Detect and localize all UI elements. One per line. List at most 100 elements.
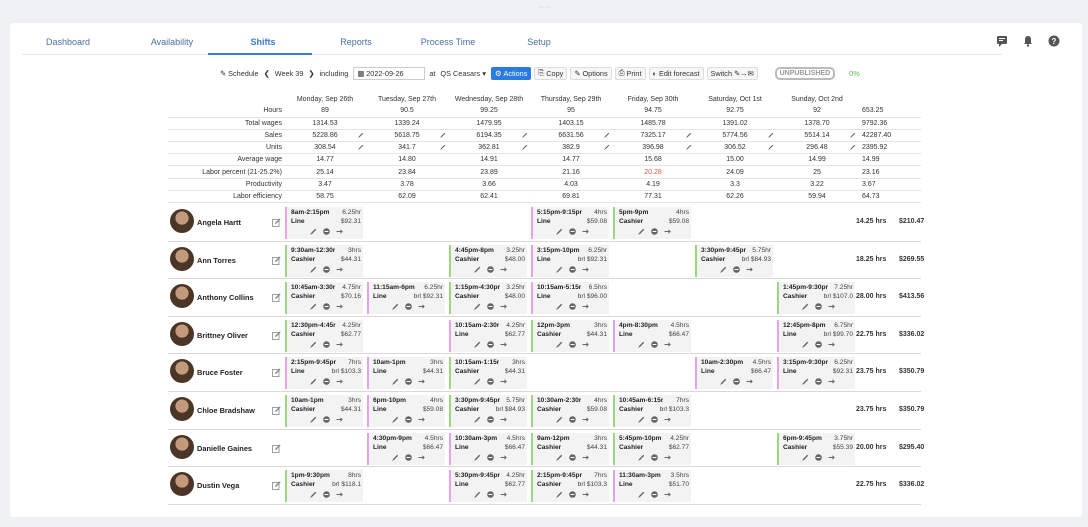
shift-card[interactable]: 6pm-9:45pm 3.75hr Cashier $55.39 (777, 432, 855, 465)
shift-card[interactable]: 3:15pm-10pm 6.25hr Line brl $92.31 (531, 244, 609, 277)
arrow-right-icon[interactable] (336, 491, 343, 498)
chat-icon[interactable] (996, 35, 1008, 47)
switch-button[interactable]: Switch ✎→✉ (706, 66, 758, 80)
minus-circle-icon[interactable] (650, 491, 658, 498)
arrow-right-icon[interactable] (500, 303, 507, 310)
arrow-right-icon[interactable] (664, 228, 671, 235)
pencil-icon[interactable] (801, 303, 809, 311)
edit-icon[interactable] (272, 443, 281, 453)
shift-card[interactable]: 2:15pm-9:45pr 7hrs Cashier brl $103.3 (531, 470, 609, 503)
stats-cell[interactable]: 6631.56 (530, 129, 612, 143)
bell-icon[interactable] (1022, 35, 1034, 47)
stats-cell[interactable]: 7325.17 (612, 129, 694, 143)
arrow-right-icon[interactable] (336, 303, 343, 310)
arrow-right-icon[interactable] (500, 491, 507, 498)
location-select[interactable]: QS Ceasars ▾ (440, 69, 485, 78)
pencil-icon[interactable] (637, 228, 645, 235)
pencil-icon[interactable] (555, 303, 563, 311)
pencil-icon[interactable] (686, 132, 692, 138)
pencil-icon[interactable] (309, 491, 317, 499)
minus-circle-icon[interactable] (650, 228, 658, 235)
shift-card[interactable]: 10:45am-3:30r 4.75hr Cashier $70.16 (285, 282, 363, 315)
pencil-icon[interactable] (309, 416, 317, 423)
arrow-right-icon[interactable] (582, 491, 589, 498)
shift-card[interactable]: 10:15am-5:15r 6.5hrs Line brl $96.00 (531, 282, 609, 315)
actions-button[interactable]: ⚙ Actions (490, 66, 532, 80)
arrow-right-icon[interactable] (582, 341, 589, 348)
minus-circle-icon[interactable] (322, 265, 330, 273)
minus-circle-icon[interactable] (486, 491, 494, 498)
arrow-right-icon[interactable] (828, 454, 835, 461)
pencil-icon[interactable] (801, 341, 809, 348)
arrow-right-icon[interactable] (500, 454, 507, 461)
stats-cell[interactable]: 5514.14 (776, 129, 858, 143)
shift-card[interactable]: 3:30pm-9:45pr 5.75hr Cashier brl $84.93 (449, 394, 527, 427)
arrow-right-icon[interactable] (746, 266, 753, 273)
arrow-right-icon[interactable] (828, 378, 835, 385)
stats-cell[interactable]: 6194.35 (448, 129, 530, 143)
shift-card[interactable]: 10:15am-2:30r 4.25hr Line $62.77 (449, 319, 527, 352)
arrow-right-icon[interactable] (664, 341, 671, 348)
pencil-icon[interactable] (309, 341, 317, 348)
minus-circle-icon[interactable] (568, 228, 576, 235)
pencil-icon[interactable] (473, 454, 481, 461)
tab-reports[interactable]: Reports (325, 37, 387, 47)
shift-card[interactable]: 1:45pm-9:30pr 7.25hr Cashier brl $107.0 (777, 282, 855, 315)
minus-circle-icon[interactable] (568, 453, 576, 461)
pencil-icon[interactable] (637, 416, 645, 423)
employee-name[interactable]: Anthony Collins (197, 293, 254, 302)
arrow-right-icon[interactable] (418, 454, 425, 461)
shift-card[interactable]: 11:30am-3pm 3.5hrs Line $51.70 (613, 470, 691, 503)
shift-card[interactable]: 10am-1pm 3hrs Cashier $44.31 (285, 394, 363, 427)
stats-cell[interactable]: 396.98 (612, 141, 694, 155)
pencil-icon[interactable] (604, 144, 610, 151)
arrow-right-icon[interactable] (500, 341, 507, 348)
arrow-right-icon[interactable] (828, 303, 835, 310)
shift-card[interactable]: 1pm-9:30pm 8hrs Cashier brl $118.1 (285, 470, 363, 503)
minus-circle-icon[interactable] (404, 303, 412, 310)
stats-cell[interactable]: 341.7 (366, 141, 448, 155)
help-icon[interactable]: ? (1048, 35, 1060, 47)
shift-card[interactable]: 2:15pm-9:45pr 7hrs Line brl $103.3 (285, 357, 363, 390)
minus-circle-icon[interactable] (568, 303, 576, 310)
edit-icon[interactable] (272, 293, 281, 303)
arrow-right-icon[interactable] (336, 416, 343, 423)
shift-card[interactable]: 10:15am-1:15r 3hrs Cashier $44.31 (449, 357, 527, 390)
pencil-icon[interactable] (850, 144, 856, 151)
shift-card[interactable]: 10:30am-2:30r 4hrs Cashier $59.08 (531, 394, 609, 427)
pencil-icon[interactable] (473, 266, 481, 273)
stats-cell[interactable]: 306.52 (694, 141, 776, 155)
minus-circle-icon[interactable] (322, 416, 330, 423)
shift-card[interactable]: 12:30pm-4:45r 4.25hr Cashier $62.77 (285, 319, 363, 352)
shift-card[interactable]: 3:30pm-9:45pr 5.75hr Cashier brl $84.93 (695, 244, 773, 277)
pencil-icon[interactable] (440, 132, 446, 138)
pencil-icon[interactable] (801, 454, 809, 461)
shift-card[interactable]: 1:15pm-4:30pr 3.25hr Cashier $48.00 (449, 282, 527, 315)
minus-circle-icon[interactable] (486, 378, 494, 386)
arrow-right-icon[interactable] (582, 266, 589, 273)
edit-icon[interactable] (272, 481, 281, 491)
employee-name[interactable]: Angela Hartt (197, 218, 241, 227)
pencil-icon[interactable] (440, 144, 446, 151)
next-week-arrow[interactable]: ❯ (308, 69, 314, 78)
arrow-right-icon[interactable] (582, 454, 589, 461)
pencil-icon[interactable] (473, 491, 481, 499)
shift-card[interactable]: 6pm-10pm 4hrs Line $59.08 (367, 394, 445, 427)
shift-card[interactable]: 12:45pm-8pm 6.75hr Line brl $99.70 (777, 319, 855, 352)
minus-circle-icon[interactable] (404, 416, 412, 423)
edit-icon[interactable] (272, 255, 281, 265)
shift-card[interactable]: 10:30am-3pm 4.5hrs Line $66.47 (449, 432, 527, 465)
pencil-icon[interactable] (473, 378, 481, 386)
pencil-icon[interactable] (391, 378, 399, 386)
stats-cell[interactable]: 296.48 (776, 141, 858, 155)
shift-card[interactable]: 5pm-9pm 4hrs Cashier $59.08 (613, 207, 691, 239)
employee-name[interactable]: Ann Torres (197, 256, 236, 265)
shift-card[interactable]: 5:30pm-9:45pr 4.25hr Line $62.77 (449, 470, 527, 503)
tab-setup[interactable]: Setup (514, 37, 564, 47)
print-button[interactable]: ⎙ Print (614, 66, 646, 80)
employee-name[interactable]: Chloe Bradshaw (197, 406, 255, 415)
edit-icon[interactable] (272, 406, 281, 415)
pencil-icon[interactable] (309, 266, 317, 273)
minus-circle-icon[interactable] (650, 416, 658, 423)
pencil-icon[interactable] (555, 266, 563, 273)
